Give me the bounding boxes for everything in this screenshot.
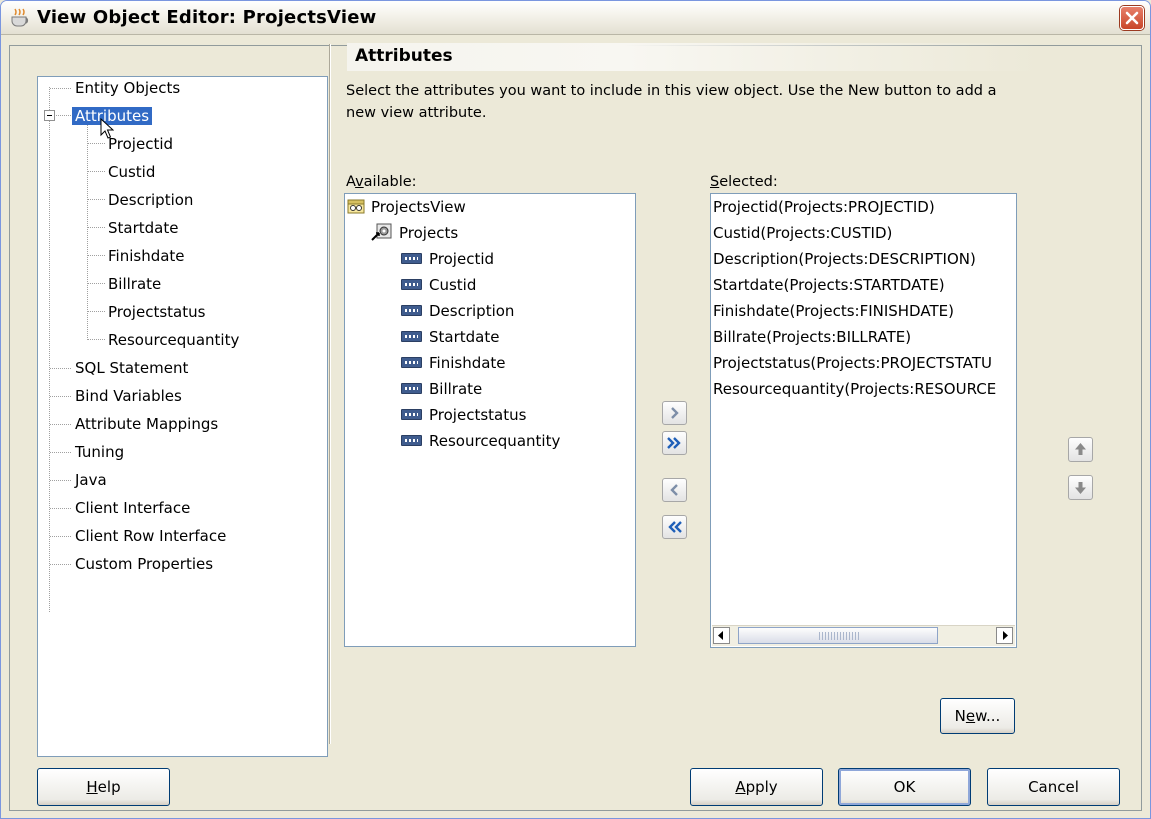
scroll-right-button[interactable]	[996, 627, 1013, 644]
available-attr-item[interactable]: Resourcequantity	[401, 428, 560, 454]
add-one-button[interactable]	[662, 401, 687, 425]
available-attr-label: Projectstatus	[429, 406, 527, 424]
dialog-content: Entity Objects Attributes Projectid Cust…	[9, 43, 1142, 811]
available-attr-label: Projectid	[429, 250, 495, 268]
available-list[interactable]: ProjectsView Projects Projectid Custid D…	[344, 193, 636, 647]
available-attr-item[interactable]: Projectid	[401, 246, 494, 272]
add-all-button[interactable]	[662, 431, 687, 455]
available-attr-item[interactable]: Description	[401, 298, 514, 324]
nav-java[interactable]: Java	[75, 469, 107, 491]
available-attr-label: Resourcequantity	[429, 432, 561, 450]
chevron-right-icon	[671, 407, 679, 419]
double-chevron-left-icon	[668, 521, 682, 533]
nav-client-interface[interactable]: Client Interface	[75, 497, 190, 519]
help-button[interactable]: Help	[37, 768, 170, 806]
available-entity-item[interactable]: Projects	[371, 220, 458, 246]
nav-attr-projectstatus[interactable]: Projectstatus	[108, 301, 205, 323]
new-attribute-button[interactable]: New...	[940, 698, 1015, 734]
apply-button[interactable]: Apply	[690, 768, 823, 806]
available-attr-label: Startdate	[429, 328, 500, 346]
nav-client-row-interface[interactable]: Client Row Interface	[75, 525, 226, 547]
selected-item[interactable]: Description(Projects:DESCRIPTION)	[713, 246, 976, 272]
selected-label: Selected:	[710, 174, 778, 190]
attribute-icon	[401, 252, 422, 264]
mouse-pointer-icon	[100, 118, 114, 139]
ok-button[interactable]: OK	[838, 768, 971, 806]
available-entity-label: Projects	[399, 224, 459, 242]
double-chevron-right-icon	[667, 437, 681, 449]
panel-divider	[329, 44, 331, 744]
available-attr-item[interactable]: Projectstatus	[401, 402, 526, 428]
available-attr-label: Billrate	[429, 380, 483, 398]
nav-attr-description[interactable]: Description	[108, 189, 193, 211]
nav-tuning[interactable]: Tuning	[75, 441, 124, 463]
close-button[interactable]	[1120, 6, 1144, 30]
available-attr-label: Custid	[429, 276, 477, 294]
move-down-button[interactable]	[1068, 475, 1093, 500]
section-title: Attributes	[355, 46, 453, 66]
selected-item[interactable]: Projectid(Projects:PROJECTID)	[713, 194, 935, 220]
nav-attr-custid[interactable]: Custid	[108, 161, 155, 183]
nav-attr-finishdate[interactable]: Finishdate	[108, 245, 185, 267]
attribute-icon	[401, 408, 422, 420]
available-root-label: ProjectsView	[371, 198, 466, 216]
nav-custom-properties[interactable]: Custom Properties	[75, 553, 213, 575]
entity-object-icon	[371, 223, 392, 241]
collapse-attributes-toggle[interactable]	[44, 110, 55, 121]
description-line-2: new view attribute.	[346, 105, 487, 121]
view-object-icon	[347, 199, 365, 214]
selected-item[interactable]: Resourcequantity(Projects:RESOURCE	[713, 376, 996, 402]
attribute-icon	[401, 304, 422, 316]
cancel-button[interactable]: Cancel	[987, 768, 1120, 806]
description-line-1: Select the attributes you want to includ…	[346, 83, 997, 99]
nav-sql-statement[interactable]: SQL Statement	[75, 357, 188, 379]
scroll-left-button[interactable]	[713, 627, 730, 644]
dialog-window: View Object Editor: ProjectsView Entity …	[0, 0, 1151, 819]
attribute-icon	[401, 382, 422, 394]
available-attr-item[interactable]: Custid	[401, 272, 476, 298]
jdeveloper-cup-icon	[11, 8, 29, 27]
nav-entity-objects[interactable]: Entity Objects	[75, 77, 180, 99]
attribute-icon	[401, 278, 422, 290]
window-title: View Object Editor: ProjectsView	[37, 7, 377, 28]
available-attr-label: Finishdate	[429, 354, 506, 372]
selected-item[interactable]: Billrate(Projects:BILLRATE)	[713, 324, 911, 350]
move-up-button[interactable]	[1068, 437, 1093, 462]
close-icon	[1125, 11, 1139, 25]
nav-attr-billrate[interactable]: Billrate	[108, 273, 161, 295]
title-bar[interactable]: View Object Editor: ProjectsView	[1, 1, 1150, 35]
attribute-icon	[401, 330, 422, 342]
scroll-thumb-grip	[819, 632, 859, 640]
scroll-thumb[interactable]	[738, 627, 938, 644]
arrow-down-icon	[1075, 482, 1086, 494]
selected-item[interactable]: Startdate(Projects:STARTDATE)	[713, 272, 945, 298]
nav-attr-resourcequantity[interactable]: Resourcequantity	[108, 329, 239, 351]
scroll-right-arrow-icon	[1003, 631, 1008, 640]
attribute-icon	[401, 356, 422, 368]
selected-item[interactable]: Custid(Projects:CUSTID)	[713, 220, 892, 246]
nav-attr-startdate[interactable]: Startdate	[108, 217, 178, 239]
selected-item[interactable]: Finishdate(Projects:FINISHDATE)	[713, 298, 954, 324]
selected-item[interactable]: Projectstatus(Projects:PROJECTSTATU	[713, 350, 992, 376]
scroll-left-arrow-icon	[718, 631, 723, 640]
available-root-item[interactable]: ProjectsView	[347, 194, 466, 220]
arrow-up-icon	[1075, 443, 1086, 455]
available-attr-label: Description	[429, 302, 515, 320]
horizontal-scrollbar[interactable]	[712, 625, 1015, 646]
nav-attr-projectid[interactable]: Projectid	[108, 133, 173, 155]
attribute-icon	[401, 434, 422, 446]
available-attr-item[interactable]: Billrate	[401, 376, 482, 402]
selected-list[interactable]: Projectid(Projects:PROJECTID) Custid(Pro…	[710, 193, 1017, 648]
section-header: Attributes	[347, 43, 1040, 71]
remove-all-button[interactable]	[662, 515, 687, 539]
remove-one-button[interactable]	[662, 478, 687, 502]
available-attr-item[interactable]: Startdate	[401, 324, 499, 350]
section-description: Select the attributes you want to includ…	[346, 80, 1066, 124]
nav-bind-variables[interactable]: Bind Variables	[75, 385, 182, 407]
nav-attribute-mappings[interactable]: Attribute Mappings	[75, 413, 218, 435]
navigation-tree[interactable]: Entity Objects Attributes Projectid Cust…	[37, 76, 328, 757]
available-label: Available:	[346, 174, 417, 190]
available-attr-item[interactable]: Finishdate	[401, 350, 506, 376]
chevron-left-icon	[670, 484, 678, 496]
